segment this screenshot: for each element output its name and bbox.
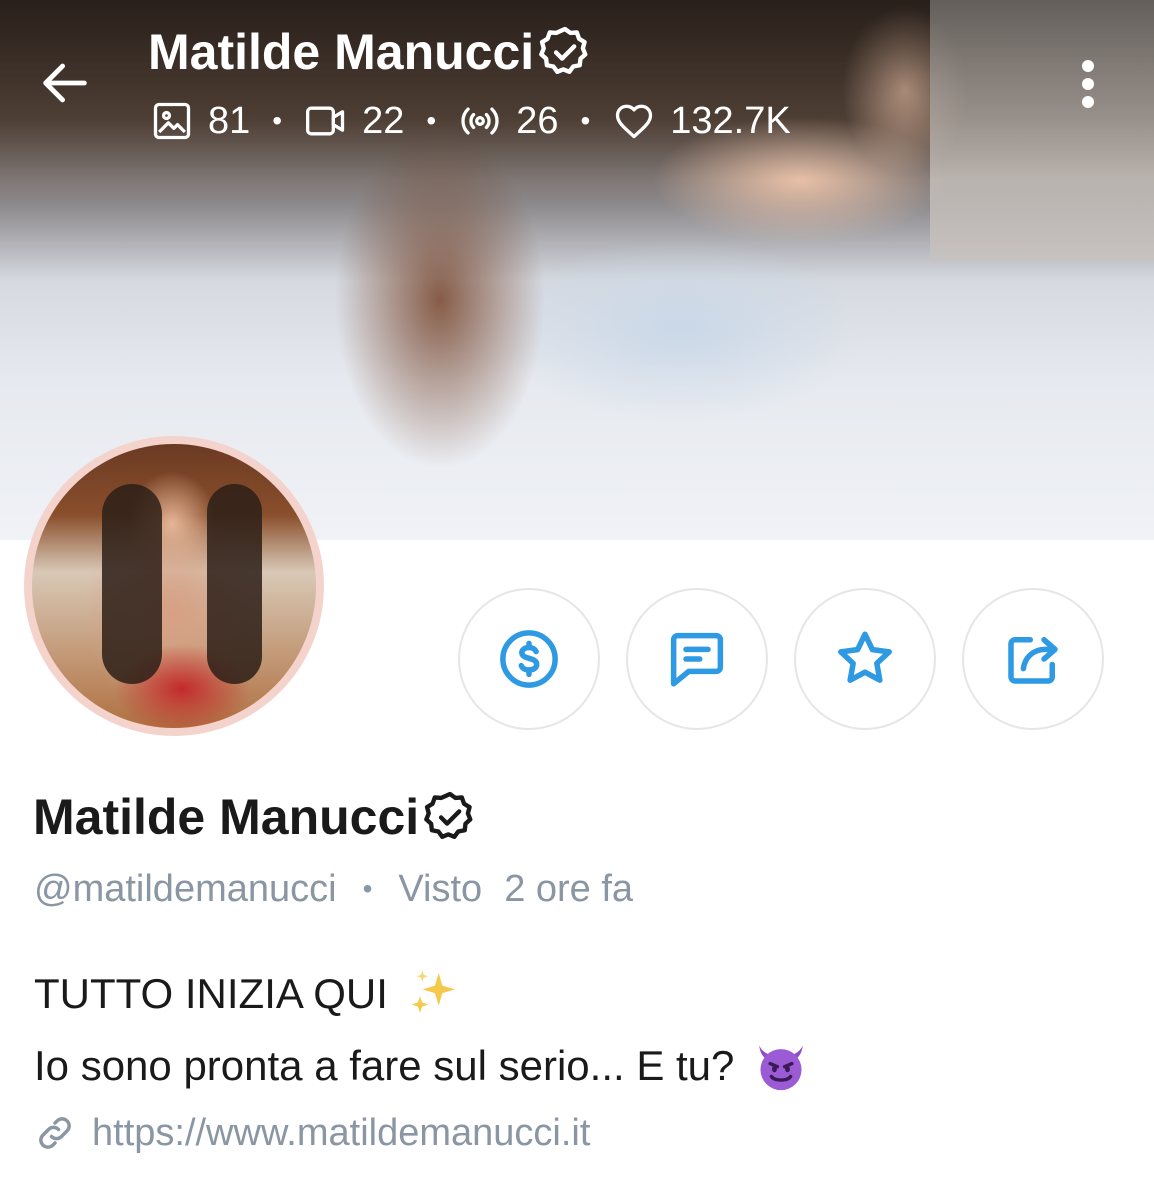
more-vertical-icon-dot <box>1082 96 1094 108</box>
stat-separator: • <box>580 105 591 136</box>
stat-videos[interactable]: 22 <box>304 99 404 143</box>
sparkles-icon <box>411 970 455 1013</box>
link-icon <box>39 1117 71 1149</box>
star-icon <box>838 631 892 683</box>
header-title: Matilde Manucci <box>148 24 594 80</box>
stat-photos-count: 81 <box>208 99 251 142</box>
profile-bio: TUTTO INIZIA QUI Io sono pronta a fare s… <box>34 958 810 1102</box>
more-options-button[interactable] <box>1066 56 1110 112</box>
stat-likes-count: 132.7K <box>670 99 791 142</box>
avatar[interactable] <box>24 436 324 736</box>
stat-photos[interactable]: 81 <box>150 99 250 143</box>
avatar-hair-right <box>207 484 262 684</box>
dollar-circle-icon <box>500 630 558 688</box>
smiling-devil-icon <box>759 1045 804 1091</box>
stat-videos-count: 22 <box>362 99 405 142</box>
devil-emoji <box>752 1037 810 1095</box>
arrow-left-icon <box>43 63 87 103</box>
video-camera-icon <box>306 106 345 136</box>
message-button[interactable] <box>626 588 768 730</box>
more-vertical-icon-dot <box>1082 60 1094 72</box>
profile-meta: @matildemanucci • Visto 2 ore fa <box>34 866 633 912</box>
header-stats: 81 • 22 • 26 • 132.7K <box>150 96 791 146</box>
tip-button[interactable] <box>458 588 600 730</box>
stat-separator: • <box>426 105 437 136</box>
header-name: Matilde Manucci <box>148 24 535 80</box>
sparkles-emoji <box>406 966 462 1022</box>
bio-line-1: TUTTO INIZIA QUI <box>34 970 388 1017</box>
bio-line: TUTTO INIZIA QUI <box>34 958 810 1030</box>
avatar-hair-left <box>102 484 162 684</box>
stat-likes[interactable]: 132.7K <box>612 99 791 143</box>
stat-separator: • <box>272 105 283 136</box>
last-seen-label: Visto <box>398 867 483 910</box>
bio-line-2: Io sono pronta a fare sul serio... E tu? <box>34 1042 735 1089</box>
image-icon <box>153 102 191 140</box>
more-vertical-icon-dot <box>1082 78 1094 90</box>
stat-streams[interactable]: 26 <box>458 99 558 143</box>
verified-badge-icon <box>424 791 473 839</box>
avatar-image <box>32 444 316 728</box>
profile-display-name: Matilde Manucci <box>33 789 420 845</box>
back-button[interactable] <box>36 54 94 112</box>
bio-line: Io sono pronta a fare sul serio... E tu? <box>34 1030 810 1102</box>
share-icon <box>1008 637 1058 684</box>
heart-icon <box>616 104 653 139</box>
meta-separator: • <box>362 873 373 904</box>
stat-streams-count: 26 <box>516 99 559 142</box>
last-seen-time: 2 ore fa <box>504 867 634 910</box>
website-url[interactable]: https://www.matildemanucci.it <box>92 1112 590 1155</box>
share-button[interactable] <box>962 588 1104 730</box>
profile-actions <box>458 588 1104 730</box>
profile-name: Matilde Manucci <box>33 784 479 850</box>
chat-bubble-icon <box>670 632 724 687</box>
website-link[interactable]: https://www.matildemanucci.it <box>34 1108 590 1158</box>
verified-badge-icon <box>539 26 588 74</box>
favorite-button[interactable] <box>794 588 936 730</box>
profile-username: @matildemanucci <box>34 867 337 910</box>
broadcast-icon <box>461 107 499 135</box>
